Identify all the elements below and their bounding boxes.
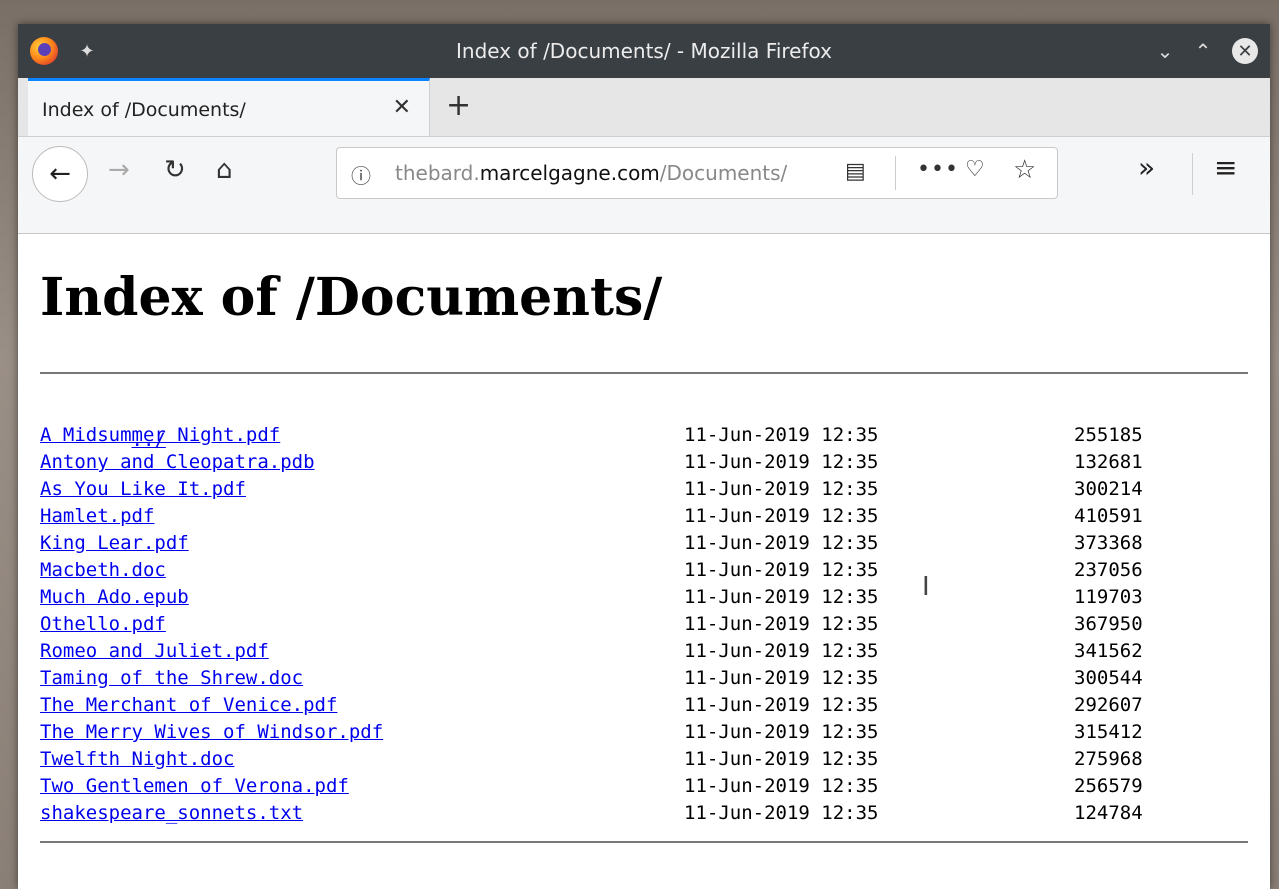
toolbar-spacer: [18, 203, 1270, 234]
file-link[interactable]: Romeo and Juliet.pdf: [40, 640, 269, 662]
file-date: 11-Jun-2019 12:35: [684, 505, 879, 527]
forward-arrow-icon[interactable]: →: [108, 155, 130, 185]
bottom-divider: [40, 841, 1248, 843]
tab-bar: Index of /Documents/ ✕ +: [18, 78, 1270, 137]
url-domain: marcelgagne.com: [479, 161, 660, 185]
file-date: 11-Jun-2019 12:35: [684, 613, 879, 635]
url-path: /Documents/: [659, 161, 787, 185]
reader-view-icon[interactable]: ▤: [845, 159, 866, 184]
toolbar-separator: [1192, 153, 1193, 195]
file-date: 11-Jun-2019 12:35: [684, 802, 879, 824]
pocket-icon[interactable]: ♡: [965, 157, 985, 182]
file-link[interactable]: King Lear.pdf: [40, 532, 189, 554]
file-row: Antony and Cleopatra.pdb 11-Jun-2019 12:3…: [40, 449, 1248, 476]
file-date: 11-Jun-2019 12:35: [684, 586, 879, 608]
file-link[interactable]: Macbeth.doc: [40, 559, 166, 581]
file-row: The Merry Wives of Windsor.pdf 11-Jun-201…: [40, 719, 1248, 746]
file-row: A Midsummer Night.pdf 11-Jun-2019 12:35 25…: [40, 422, 1248, 449]
tab-close-icon[interactable]: ✕: [393, 95, 411, 120]
file-row: Romeo and Juliet.pdf 11-Jun-2019 12:35 341…: [40, 638, 1248, 665]
file-size: 373368: [1074, 532, 1143, 554]
file-link[interactable]: Much Ado.epub: [40, 586, 189, 608]
file-size: 255185: [1074, 424, 1143, 446]
file-row: shakespeare_sonnets.txt 11-Jun-2019 12:35…: [40, 800, 1248, 827]
file-row: Othello.pdf 11-Jun-2019 12:35 367950: [40, 611, 1248, 638]
file-row: Macbeth.doc 11-Jun-2019 12:35 237056: [40, 557, 1248, 584]
file-link[interactable]: Antony and Cleopatra.pdb: [40, 451, 315, 473]
file-size: 256579: [1074, 775, 1143, 797]
back-arrow-icon[interactable]: ←: [32, 146, 88, 202]
url-bar[interactable]: ⓘ thebard.marcelgagne.com/Documents/ ▤ •…: [336, 147, 1058, 199]
hamburger-menu-icon[interactable]: ≡: [1214, 151, 1237, 184]
file-date: 11-Jun-2019 12:35: [684, 478, 879, 500]
more-actions-icon[interactable]: •••: [917, 157, 959, 182]
file-link[interactable]: The Merry Wives of Windsor.pdf: [40, 721, 383, 743]
file-date: 11-Jun-2019 12:35: [684, 451, 879, 473]
file-row: As You Like It.pdf 11-Jun-2019 12:35 30021…: [40, 476, 1248, 503]
file-size: 410591: [1074, 505, 1143, 527]
window-title: Index of /Documents/ - Mozilla Firefox: [456, 39, 832, 63]
file-size: 124784: [1074, 802, 1143, 824]
reload-icon[interactable]: ↻: [164, 155, 186, 185]
file-row: Twelfth Night.doc 11-Jun-2019 12:35 275968: [40, 746, 1248, 773]
page-content: Index of /Documents/ ../ A Midsummer Nig…: [18, 246, 1270, 889]
tab-documents[interactable]: Index of /Documents/ ✕: [28, 78, 430, 136]
page-heading: Index of /Documents/: [40, 267, 663, 328]
file-size: 275968: [1074, 748, 1143, 770]
file-size: 315412: [1074, 721, 1143, 743]
file-link[interactable]: Two Gentlemen of Verona.pdf: [40, 775, 349, 797]
file-row: King Lear.pdf 11-Jun-2019 12:35 373368: [40, 530, 1248, 557]
file-date: 11-Jun-2019 12:35: [684, 775, 879, 797]
close-icon[interactable]: ✕: [1232, 38, 1258, 64]
file-listing: ../ A Midsummer Night.pdf 11-Jun-2019 12:…: [40, 400, 1248, 827]
file-row: Hamlet.pdf 11-Jun-2019 12:35 410591: [40, 503, 1248, 530]
star-icon[interactable]: ☆: [1013, 155, 1036, 185]
title-bar: ✦ Index of /Documents/ - Mozilla Firefox…: [18, 24, 1270, 78]
file-size: 292607: [1074, 694, 1143, 716]
file-date: 11-Jun-2019 12:35: [684, 694, 879, 716]
file-link[interactable]: As You Like It.pdf: [40, 478, 246, 500]
tab-title: Index of /Documents/: [42, 99, 246, 121]
file-date: 11-Jun-2019 12:35: [684, 424, 879, 446]
file-link[interactable]: Taming of the Shrew.doc: [40, 667, 303, 689]
top-divider: [40, 372, 1248, 374]
file-date: 11-Jun-2019 12:35: [684, 640, 879, 662]
text-cursor-icon: I: [922, 572, 930, 602]
file-link[interactable]: The Merchant of Venice.pdf: [40, 694, 337, 716]
overflow-chevron-icon[interactable]: »: [1138, 151, 1155, 184]
chevron-up-icon[interactable]: ⌃: [1188, 36, 1218, 66]
url-prefix: thebard.: [395, 161, 480, 185]
file-link[interactable]: Twelfth Night.doc: [40, 748, 234, 770]
file-row: Two Gentlemen of Verona.pdf 11-Jun-2019 1…: [40, 773, 1248, 800]
parent-directory-row: ../: [40, 400, 1248, 451]
chevron-down-icon[interactable]: ⌄: [1150, 36, 1180, 66]
file-size: 237056: [1074, 559, 1143, 581]
browser-window: ✦ Index of /Documents/ - Mozilla Firefox…: [18, 24, 1270, 889]
file-date: 11-Jun-2019 12:35: [684, 667, 879, 689]
file-date: 11-Jun-2019 12:35: [684, 721, 879, 743]
file-size: 367950: [1074, 613, 1143, 635]
new-tab-button[interactable]: +: [446, 88, 471, 123]
file-size: 300544: [1074, 667, 1143, 689]
file-link[interactable]: shakespeare_sonnets.txt: [40, 802, 303, 824]
file-date: 11-Jun-2019 12:35: [684, 532, 879, 554]
file-size: 132681: [1074, 451, 1143, 473]
file-row: Taming of the Shrew.doc 11-Jun-2019 12:35…: [40, 665, 1248, 692]
info-icon[interactable]: ⓘ: [351, 160, 371, 189]
file-date: 11-Jun-2019 12:35: [684, 748, 879, 770]
file-date: 11-Jun-2019 12:35: [684, 559, 879, 581]
file-link[interactable]: A Midsummer Night.pdf: [40, 424, 280, 446]
file-link[interactable]: Othello.pdf: [40, 613, 166, 635]
file-size: 119703: [1074, 586, 1143, 608]
file-size: 341562: [1074, 640, 1143, 662]
home-icon[interactable]: ⌂: [216, 155, 233, 185]
url-text[interactable]: thebard.marcelgagne.com/Documents/: [395, 161, 787, 185]
file-row: The Merchant of Venice.pdf 11-Jun-2019 12…: [40, 692, 1248, 719]
file-size: 300214: [1074, 478, 1143, 500]
file-row: Much Ado.epub 11-Jun-2019 12:35 119703: [40, 584, 1248, 611]
file-link[interactable]: Hamlet.pdf: [40, 505, 154, 527]
navigation-toolbar: ← → ↻ ⌂ ⓘ thebard.marcelgagne.com/Docume…: [18, 137, 1270, 203]
url-separator: [895, 156, 896, 190]
